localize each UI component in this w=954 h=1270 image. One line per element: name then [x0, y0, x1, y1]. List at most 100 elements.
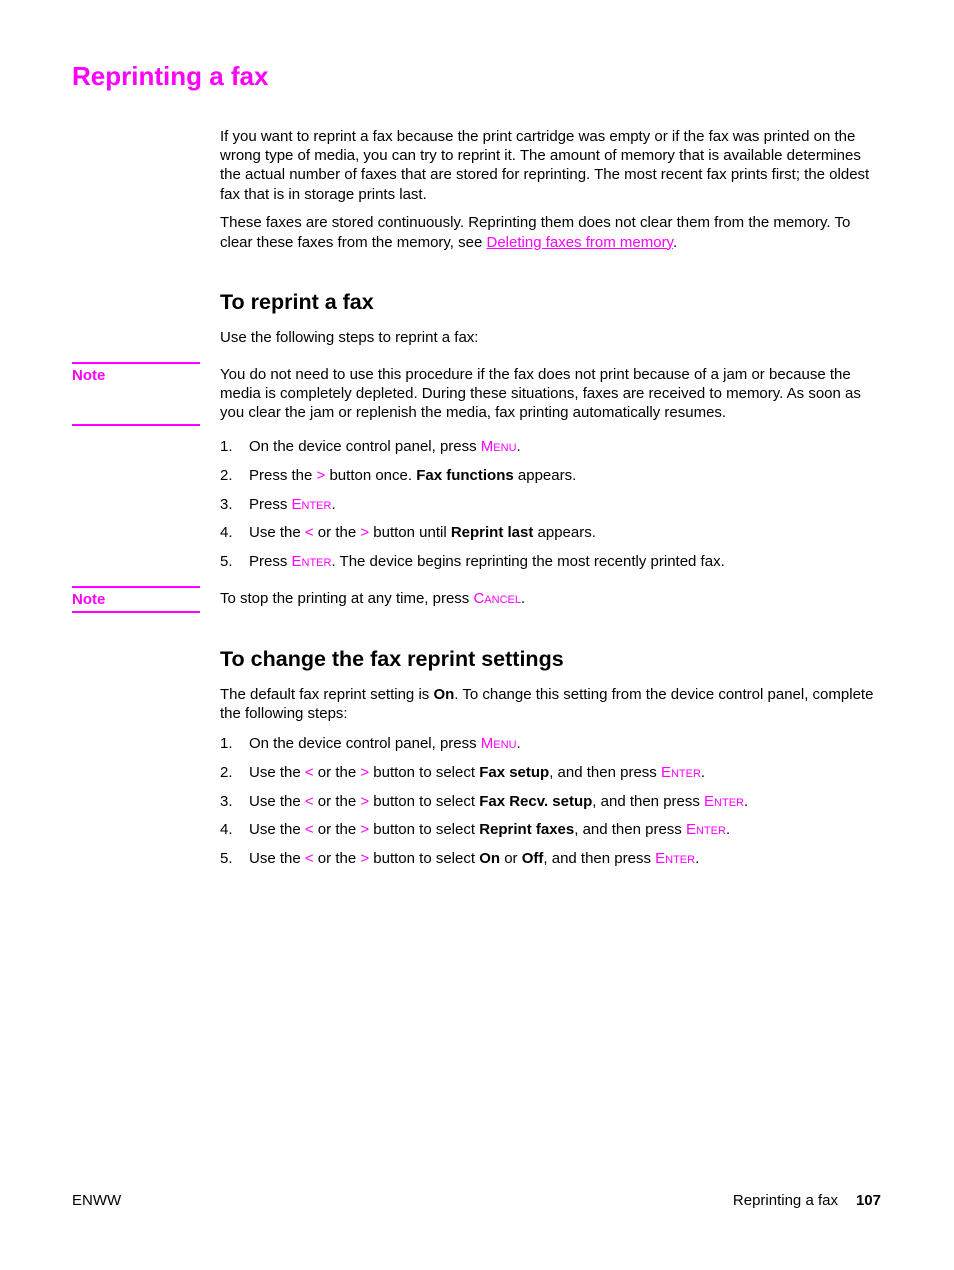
- left-arrow-button-glyph: <: [304, 821, 314, 839]
- step-text: appears.: [513, 466, 577, 484]
- page-number: 107: [855, 1192, 881, 1209]
- section1-lead: Use the following steps to reprint a fax…: [220, 329, 479, 346]
- step-item: 1. On the device control panel, press Me…: [220, 734, 880, 753]
- enter-key: Enter: [660, 763, 701, 781]
- step-text: appears.: [533, 524, 596, 542]
- menu-key: Menu: [480, 438, 517, 455]
- step-text: .: [744, 792, 749, 810]
- step-item: 4. Use the < or the > button to select R…: [220, 820, 880, 839]
- enter-key: Enter: [291, 495, 332, 513]
- step-text: or the: [313, 792, 361, 810]
- step-text: button to select: [369, 792, 480, 810]
- enter-key: Enter: [685, 821, 726, 839]
- right-arrow-button-glyph: >: [360, 524, 370, 542]
- step-number: 3.: [220, 792, 233, 810]
- note-label: Note: [72, 586, 200, 613]
- right-arrow-button-glyph: >: [360, 821, 370, 839]
- step-text: On the device control panel, press: [249, 438, 481, 455]
- step-text: On the device control panel, press: [249, 735, 481, 752]
- section2-lead: The default fax reprint setting is On. T…: [220, 685, 880, 723]
- default-setting-value: On: [433, 686, 455, 703]
- option-off: Off: [521, 850, 544, 868]
- enter-key: Enter: [704, 792, 744, 810]
- step-number: 4.: [220, 821, 233, 839]
- step-text: Use the: [249, 524, 305, 542]
- menu-item-name: Fax functions: [416, 466, 514, 484]
- footer-right: Reprinting a fax 107: [733, 1192, 881, 1209]
- step-text: button to select: [369, 763, 480, 781]
- section-heading-reprint: To reprint a fax: [220, 290, 374, 314]
- left-arrow-button-glyph: <: [304, 792, 314, 810]
- left-arrow-button-glyph: <: [304, 524, 314, 542]
- note-text-part: To stop the printing at any time, press: [220, 590, 474, 607]
- note-text: You do not need to use this procedure if…: [220, 366, 861, 422]
- step-text: Press: [249, 495, 292, 513]
- step-text: or the: [313, 524, 361, 542]
- step-item: 1. On the device control panel, press Me…: [220, 437, 880, 456]
- footer-section-title: Reprinting a fax: [732, 1192, 838, 1209]
- menu-item-name: Reprint faxes: [479, 821, 575, 839]
- intro-paragraph-2: These faxes are stored continuously. Rep…: [220, 213, 880, 251]
- step-text: .: [331, 495, 336, 513]
- right-arrow-button-glyph: >: [360, 763, 370, 781]
- note-label-text: Note: [72, 591, 106, 608]
- step-text: .: [516, 438, 521, 455]
- right-arrow-button-glyph: >: [360, 792, 370, 810]
- left-arrow-button-glyph: <: [304, 850, 314, 868]
- step-item: 4. Use the < or the > button until Repri…: [220, 523, 880, 542]
- step-text: .: [695, 850, 700, 868]
- left-arrow-button-glyph: <: [304, 763, 314, 781]
- intro-paragraph-1: If you want to reprint a fax because the…: [220, 128, 870, 203]
- step-item: 5. Use the < or the > button to select O…: [220, 849, 880, 868]
- step-text: .: [516, 735, 521, 752]
- step-text: button until: [369, 524, 451, 542]
- enter-key: Enter: [655, 850, 696, 868]
- cancel-key: Cancel: [473, 590, 521, 607]
- menu-item-name: Fax setup: [479, 763, 550, 781]
- step-text: Use the: [249, 763, 305, 781]
- step-number: 2.: [220, 763, 233, 781]
- step-number: 4.: [220, 524, 233, 542]
- step-item: 3. Press Enter.: [220, 495, 880, 514]
- step-text: , and then press: [549, 763, 661, 781]
- step-item: 3. Use the < or the > button to select F…: [220, 792, 880, 811]
- step-text: button to select: [369, 850, 480, 868]
- reprint-steps: 1. On the device control panel, press Me…: [220, 437, 880, 581]
- note-label: Note: [72, 362, 200, 426]
- step-item: 2. Press the > button once. Fax function…: [220, 466, 880, 485]
- note-text: To stop the printing at any time, press …: [220, 589, 525, 608]
- step-text: . The device begins reprinting the most …: [331, 553, 725, 571]
- step-text: .: [725, 821, 731, 839]
- step-number: 5.: [220, 850, 233, 868]
- menu-key: Menu: [480, 735, 517, 752]
- step-number: 1.: [220, 438, 233, 455]
- step-number: 1.: [220, 735, 233, 752]
- step-text: or the: [313, 850, 361, 868]
- footer-doc-code: ENWW: [72, 1192, 122, 1209]
- step-text: button once.: [325, 466, 417, 484]
- settings-steps: 1. On the device control panel, press Me…: [220, 734, 880, 878]
- step-text: , and then press: [574, 821, 686, 839]
- step-text: or: [500, 850, 522, 868]
- menu-item-name: Fax Recv. setup: [479, 792, 593, 810]
- menu-item-name: Reprint last: [450, 524, 534, 542]
- step-number: 2.: [220, 466, 233, 484]
- step-item: 5. Press Enter. The device begins reprin…: [220, 552, 880, 571]
- enter-key: Enter: [291, 553, 332, 571]
- step-text: , and then press: [543, 850, 656, 868]
- intro: If you want to reprint a fax because the…: [220, 127, 880, 252]
- step-text: , and then press: [592, 792, 705, 810]
- page-title: Reprinting a fax: [72, 61, 269, 91]
- deleting-faxes-link[interactable]: Deleting faxes from memory: [487, 234, 673, 251]
- lead-text: The default fax reprint setting is: [220, 686, 434, 703]
- note-label-text: Note: [72, 367, 106, 384]
- step-text: Use the: [249, 850, 305, 868]
- step-number: 5.: [220, 553, 233, 571]
- note-text-part: .: [520, 590, 526, 607]
- intro-p2-period: .: [672, 233, 678, 251]
- right-arrow-button-glyph: >: [360, 850, 370, 868]
- step-text: Press: [249, 553, 292, 571]
- section-heading-change-settings: To change the fax reprint settings: [220, 647, 564, 671]
- step-text: .: [700, 763, 706, 781]
- step-text: Press the: [249, 466, 317, 484]
